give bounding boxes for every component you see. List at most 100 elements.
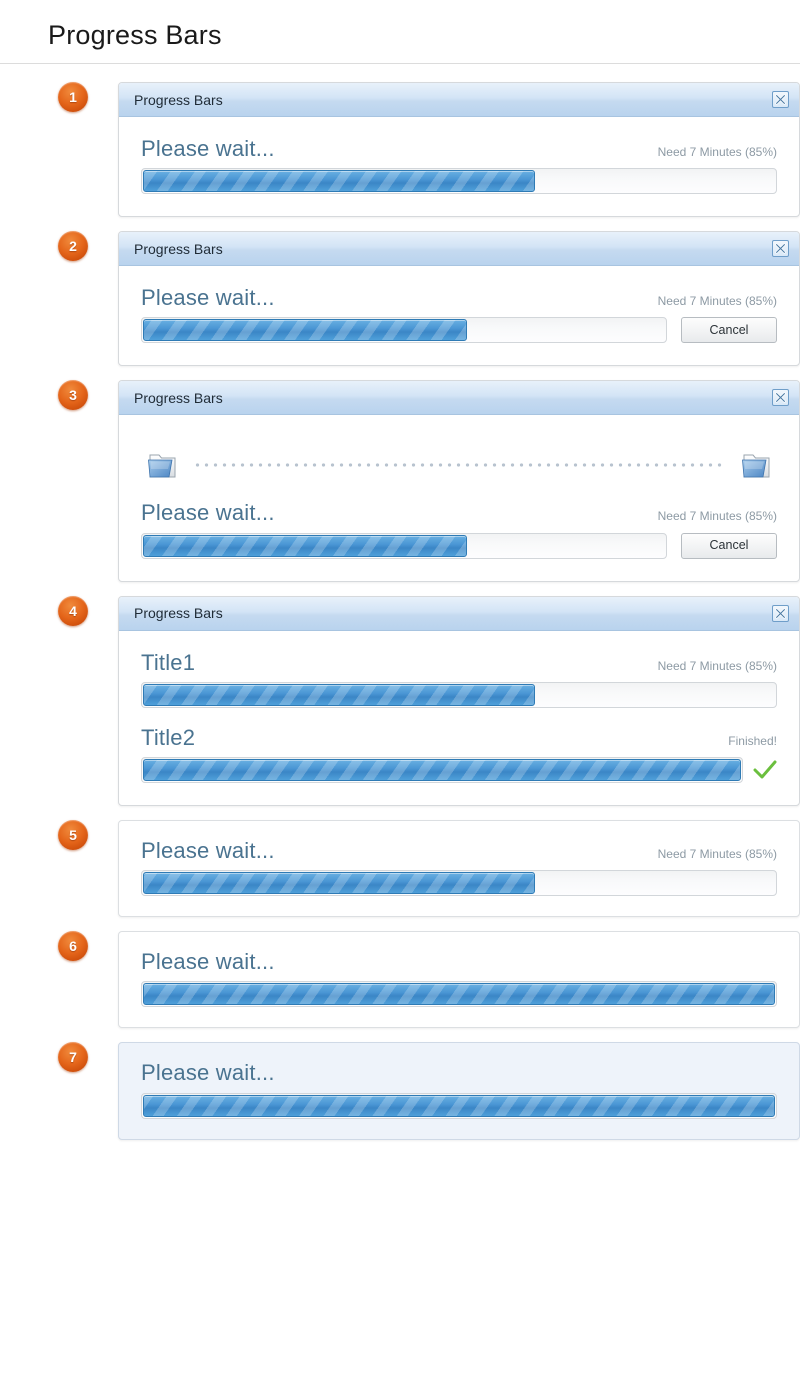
example-number-badge: 5: [58, 819, 88, 850]
example-4: 4 Progress Bars Title1 Need 7 Minutes (85%)…: [0, 595, 800, 806]
progress-header: Please wait... Need 7 Minutes (85%): [141, 501, 777, 525]
progress-line: Cancel: [141, 532, 777, 559]
progress-bar-fill: [143, 683, 535, 706]
progress-status-text: Finished!: [728, 733, 777, 748]
progress-label: Please wait...: [141, 837, 275, 863]
example-number-badge: 2: [58, 231, 88, 262]
progress-label: Please wait...: [141, 949, 275, 975]
progress-header: Title1 Need 7 Minutes (85%): [141, 649, 777, 675]
progress-header: Please wait... Need 7 Minutes (85%): [141, 837, 777, 863]
dialog-title: Progress Bars: [134, 605, 223, 622]
page-title: Progress Bars: [48, 20, 222, 50]
progress-status-text: Need 7 Minutes (85%): [657, 658, 777, 673]
progress-label: Please wait...: [141, 1060, 275, 1086]
progress-bar-fill: [143, 534, 467, 557]
dialog-body: Please wait... Need 7 Minutes (85%): [119, 117, 799, 216]
progress-bar-track: [141, 681, 777, 708]
progress-line: [141, 168, 777, 195]
example-6: 6 Please wait...: [0, 931, 800, 1029]
progress-line: [141, 870, 777, 897]
progress-label: Title1: [141, 649, 196, 675]
example-number-badge: 1: [58, 82, 88, 112]
check-icon: [743, 759, 777, 781]
progress-bar-track: [141, 532, 667, 559]
progress-bar-track: [141, 870, 777, 897]
dialog-titlebar: Progress Bars: [119, 83, 799, 117]
dialog-body: Please wait...: [119, 932, 799, 1027]
progress-line: [141, 756, 777, 783]
progress-block: Please wait...: [141, 949, 777, 1008]
example-3: 3 Progress Bars Please wait... Need 7 Minut…: [0, 380, 800, 582]
progress-dialog: Please wait... Need 7 Minutes (85%): [118, 819, 800, 918]
progress-dialog: Progress Bars Title1 Need 7 Minutes (85%) T…: [118, 595, 800, 806]
dialog-body: Title1 Need 7 Minutes (85%) Title2 Finished…: [119, 631, 799, 805]
progress-dialog: Progress Bars Please wait... Need 7 Minute…: [118, 82, 800, 218]
progress-status-text: Need 7 Minutes (85%): [657, 846, 777, 861]
progress-bar-track: [141, 1092, 777, 1119]
dialog-title: Progress Bars: [134, 91, 223, 108]
dialog-body: Please wait... Need 7 Minutes (85%) Cancel: [119, 266, 799, 365]
progress-header: Please wait... Need 7 Minutes (85%): [141, 136, 777, 161]
progress-header: Title2 Finished!: [141, 724, 777, 750]
dialog-title: Progress Bars: [134, 240, 223, 257]
progress-block: Title1 Need 7 Minutes (85%): [141, 649, 777, 708]
progress-block: Please wait... Need 7 Minutes (85%) Cancel: [141, 285, 777, 344]
progress-label: Please wait...: [141, 500, 275, 526]
progress-block: Please wait...: [141, 1061, 777, 1119]
example-1: 1 Progress Bars Please wait... Need 7 Minut…: [0, 82, 800, 218]
progress-bar-fill: [143, 319, 467, 342]
progress-status-text: Need 7 Minutes (85%): [657, 145, 777, 159]
progress-status-text: Need 7 Minutes (85%): [657, 509, 777, 524]
progress-header: Please wait...: [141, 1061, 777, 1085]
progress-bar-track: [141, 168, 777, 195]
progress-dialog: Progress Bars Please wait... Need 7 Minute…: [118, 231, 800, 367]
progress-dialog: Please wait...: [118, 1042, 800, 1140]
progress-label: Please wait...: [141, 136, 275, 161]
example-number-badge: 3: [58, 380, 88, 411]
dialog-titlebar: Progress Bars: [119, 596, 799, 631]
progress-line: Cancel: [141, 317, 777, 344]
progress-bar-track: [141, 756, 743, 783]
folder-icon-source: [145, 449, 179, 481]
close-icon[interactable]: [772, 389, 789, 407]
example-5: 5 Please wait... Need 7 Minutes (85%): [0, 819, 800, 918]
page-header: Progress Bars: [0, 0, 800, 64]
progress-dialog: Please wait...: [118, 931, 800, 1029]
progress-label: Please wait...: [141, 285, 275, 311]
progress-bar-fill: [143, 170, 535, 193]
example-7: 7 Please wait...: [0, 1042, 800, 1140]
dialog-titlebar: Progress Bars: [119, 381, 799, 416]
close-icon[interactable]: [772, 604, 789, 622]
examples-list: 1 Progress Bars Please wait... Need 7 Minut…: [0, 64, 800, 1140]
example-number-badge: 6: [58, 931, 88, 962]
folder-icon-target: [739, 449, 773, 481]
transfer-row: [141, 435, 777, 501]
example-number-badge: 7: [58, 1042, 88, 1073]
progress-header: Please wait... Need 7 Minutes (85%): [141, 285, 777, 311]
progress-block: Please wait... Need 7 Minutes (85%) Cancel: [141, 501, 777, 559]
close-icon[interactable]: [772, 240, 789, 258]
progress-header: Please wait...: [141, 949, 777, 975]
progress-block: Title2 Finished!: [141, 724, 777, 783]
progress-bar-fill: [143, 983, 775, 1006]
example-2: 2 Progress Bars Please wait... Need 7 Minut…: [0, 231, 800, 367]
cancel-button[interactable]: Cancel: [681, 317, 777, 344]
example-number-badge: 4: [58, 595, 88, 626]
progress-line: [141, 1092, 777, 1119]
progress-dialog: Progress Bars Please wait... Need 7 Minute…: [118, 380, 800, 582]
progress-block: Please wait... Need 7 Minutes (85%): [141, 837, 777, 897]
progress-bar-track: [141, 981, 777, 1008]
cancel-button[interactable]: Cancel: [681, 532, 777, 559]
dialog-body: Please wait...: [119, 1043, 799, 1138]
dialog-body: Please wait... Need 7 Minutes (85%): [119, 821, 799, 916]
progress-bar-fill: [143, 758, 741, 781]
dialog-body: Please wait... Need 7 Minutes (85%) Cancel: [119, 415, 799, 580]
progress-bar-fill: [143, 1094, 775, 1117]
progress-line: [141, 981, 777, 1008]
close-icon[interactable]: [772, 91, 789, 108]
progress-bar-fill: [143, 872, 535, 895]
progress-block: Please wait... Need 7 Minutes (85%): [141, 136, 777, 195]
dialog-title: Progress Bars: [134, 389, 223, 406]
dialog-titlebar: Progress Bars: [119, 232, 799, 267]
progress-label: Title2: [141, 724, 196, 750]
